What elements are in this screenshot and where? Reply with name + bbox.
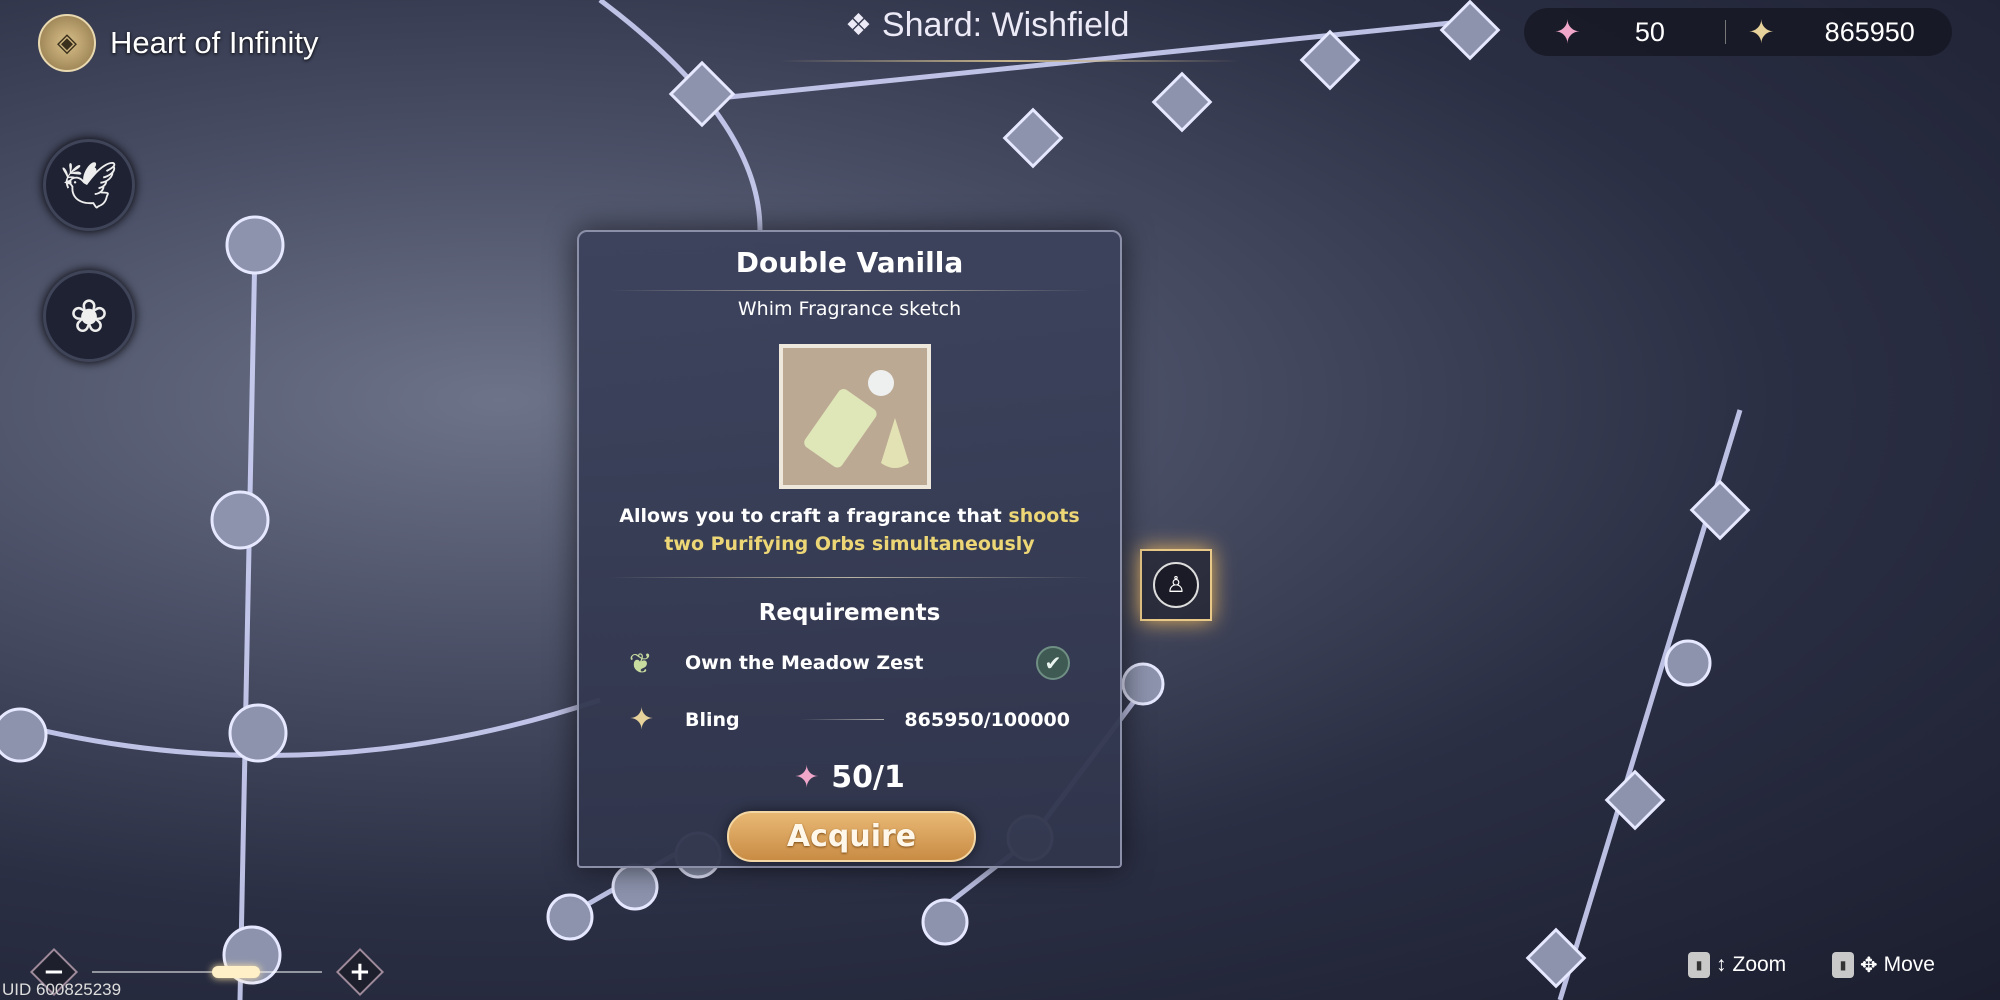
tree-node bbox=[921, 898, 969, 946]
item-title: Double Vanilla bbox=[735, 246, 964, 279]
separator bbox=[1724, 20, 1726, 44]
divider bbox=[799, 719, 885, 720]
rose-icon: ❀ bbox=[69, 289, 109, 343]
tree-branch bbox=[237, 244, 258, 1000]
requirement-value: 865950/100000 bbox=[904, 708, 1070, 731]
tree-node bbox=[1689, 479, 1751, 541]
tree-node bbox=[546, 893, 594, 941]
plus-icon: + bbox=[349, 956, 371, 987]
selected-node[interactable]: ♙ bbox=[1140, 549, 1212, 621]
tree-node bbox=[1664, 639, 1712, 687]
star-count: 50 bbox=[1634, 16, 1665, 47]
meadow-zest-icon: ❦ bbox=[629, 646, 653, 680]
requirement-row: ❦ Own the Meadow Zest ✔ bbox=[629, 646, 1070, 680]
tree-node bbox=[1439, 0, 1501, 61]
move-hint: ▮ ✥ Move bbox=[1832, 952, 1935, 978]
requirement-row: ✦ Bling 865950/100000 bbox=[629, 702, 1070, 737]
item-subtitle: Whim Fragrance sketch bbox=[737, 298, 962, 320]
bling-icon: ✦ bbox=[629, 702, 655, 737]
shard-title: ❖ Shard: Wishfield bbox=[845, 6, 1129, 45]
item-detail-panel: Double Vanilla Whim Fragrance sketch All… bbox=[577, 230, 1122, 868]
shard-icon: ❖ bbox=[845, 9, 872, 42]
rose-node bbox=[225, 215, 285, 275]
tree-node bbox=[611, 863, 659, 911]
divider bbox=[780, 60, 1240, 62]
tree-node bbox=[1151, 71, 1213, 133]
tree-node bbox=[1525, 927, 1587, 989]
item-image bbox=[779, 344, 931, 489]
tree-node bbox=[1002, 107, 1064, 169]
cost: ✦ 50/1 bbox=[579, 760, 1120, 795]
rose-tab[interactable]: ❀ bbox=[43, 270, 135, 362]
tree-node bbox=[1121, 662, 1165, 706]
mouse-button-icon: ▮ bbox=[1832, 952, 1854, 978]
vertical-arrows-icon: ↕ bbox=[1716, 953, 1727, 976]
zoom-slider-thumb[interactable] bbox=[212, 966, 260, 978]
star-currency-icon: ✦ bbox=[794, 760, 820, 795]
cost-value: 50/1 bbox=[831, 760, 905, 795]
item-description: Allows you to craft a fragrance that sho… bbox=[579, 502, 1120, 558]
requirement-label: Bling bbox=[685, 708, 740, 731]
heart-of-infinity-icon[interactable]: ◈ bbox=[38, 14, 96, 72]
mouse-wheel-icon: ▮ bbox=[1688, 952, 1710, 978]
move-hint-label: Move bbox=[1883, 953, 1935, 976]
move-arrows-icon: ✥ bbox=[1860, 953, 1878, 977]
rose-node bbox=[228, 703, 288, 763]
requirements-heading: Requirements bbox=[758, 600, 941, 626]
uid-label: UID 600825239 bbox=[2, 980, 122, 999]
acquire-button[interactable]: Acquire bbox=[727, 811, 976, 862]
perfume-bottle-icon bbox=[783, 348, 927, 485]
zoom-hint-label: Zoom bbox=[1732, 953, 1787, 976]
check-icon: ✔ bbox=[1036, 646, 1070, 680]
star-currency-icon: ✦ bbox=[1554, 14, 1581, 50]
description-text: Allows you to craft a fragrance that bbox=[619, 505, 1009, 527]
perfume-icon: ♙ bbox=[1153, 562, 1199, 608]
zoom-hint: ▮ ↕ Zoom bbox=[1688, 952, 1786, 978]
requirement-label: Own the Meadow Zest bbox=[685, 652, 924, 674]
bling-count: 865950 bbox=[1824, 16, 1915, 47]
currency-bar: ✦ 50 ✦ 865950 bbox=[1524, 8, 1952, 56]
zoom-slider[interactable] bbox=[92, 966, 322, 978]
tree-branch bbox=[598, 0, 763, 231]
divider bbox=[609, 290, 1090, 291]
header-left: ◈ Heart of Infinity bbox=[38, 14, 318, 72]
tree-node bbox=[0, 707, 48, 763]
rose-node bbox=[210, 490, 270, 550]
page-title: Heart of Infinity bbox=[110, 25, 319, 60]
hummingbird-icon: 🕊 bbox=[59, 157, 119, 212]
shard-name: Shard: Wishfield bbox=[881, 6, 1130, 44]
bling-icon: ✦ bbox=[1747, 14, 1775, 50]
divider bbox=[609, 577, 1090, 578]
tree-branch bbox=[0, 697, 601, 759]
hummingbird-tab[interactable]: 🕊 bbox=[43, 139, 135, 231]
tree-node bbox=[1299, 29, 1361, 91]
